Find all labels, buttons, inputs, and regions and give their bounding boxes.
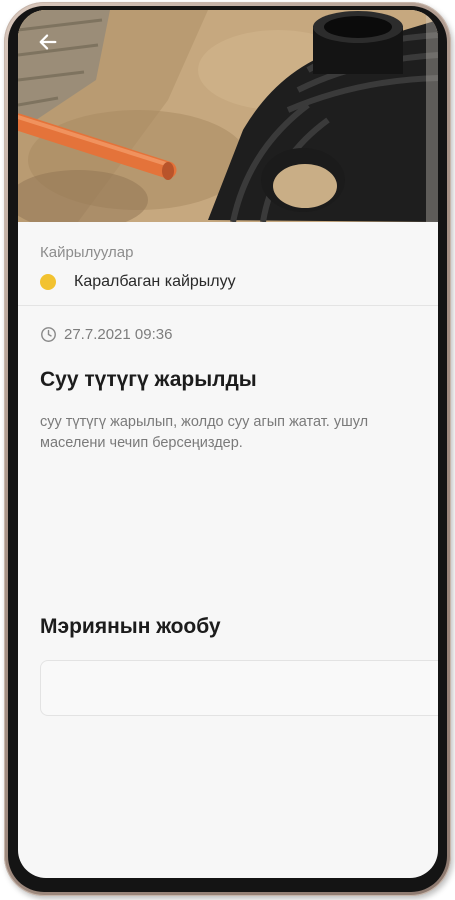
date-row: 27.7.2021 09:36 (40, 325, 438, 343)
appeal-photo (18, 10, 438, 222)
category-label: Кайрылуулар (40, 244, 134, 261)
screen: Кайрылуулар Каралбаган кайрылуу 27.7.202… (18, 10, 438, 878)
appeal-date: 27.7.2021 09:36 (64, 325, 173, 343)
status-text: Каралбаган кайрылуу (74, 273, 236, 290)
clock-icon (41, 326, 56, 342)
back-button[interactable] (32, 26, 64, 58)
status-dot (40, 274, 56, 290)
response-box (40, 660, 438, 716)
photo-image (18, 10, 438, 222)
response-heading: Мэриянын жообу (40, 615, 221, 638)
status-row: Каралбаган кайрылуу (40, 272, 438, 292)
divider (18, 305, 438, 306)
arrow-left-icon (39, 34, 57, 50)
appeal-description: суу түтүгү жарылып, жолдо суу агып жатат… (40, 414, 369, 451)
appeal-title: Суу түтүгү жарылды (40, 368, 257, 391)
